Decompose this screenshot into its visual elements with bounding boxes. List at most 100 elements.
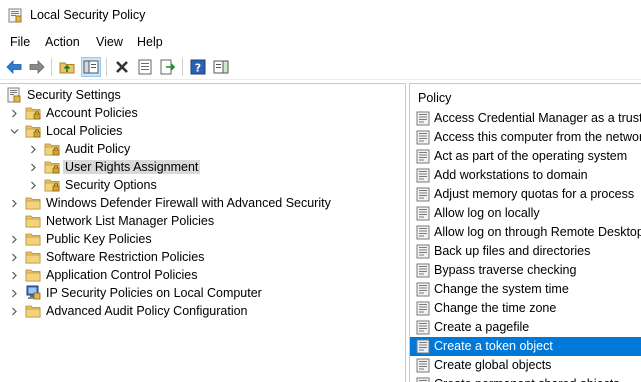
tree-item-user-rights-assignment[interactable]: User Rights Assignment [0,158,406,176]
column-header-policy[interactable]: Policy [410,89,641,109]
tree-item-label: Application Control Policies [46,268,198,282]
policy-name: Adjust memory quotas for a process [434,187,635,201]
toolbar: ? [0,54,641,80]
expand-chevron-icon[interactable] [28,158,38,176]
policy-list-row[interactable]: Create a token object [410,337,641,356]
tree-item-public-key-policies[interactable]: Public Key Policies [0,230,406,248]
tree-item-label: IP Security Policies on Local Computer [46,286,262,300]
toolbar-separator [182,58,183,76]
export-list-icon[interactable] [158,57,178,77]
show-action-pane-icon[interactable] [211,57,231,77]
menu-file[interactable]: File [10,35,30,49]
policy-name: Access this computer from the network [434,130,641,144]
policy-list-row[interactable]: Create global objects [410,356,641,375]
tree-item-label: Network List Manager Policies [46,214,215,228]
policy-list-pane[interactable]: Policy Access Credential Manager as a tr… [409,83,641,382]
policy-list-row[interactable]: Create permanent shared objects [410,375,641,382]
tree-item-advanced-audit-policy-configuration[interactable]: Advanced Audit Policy Configuration [0,302,406,320]
tree-item-security-options[interactable]: Security Options [0,176,406,194]
policy-list-row[interactable]: Adjust memory quotas for a process [410,185,641,204]
policy-name: Create a pagefile [434,320,530,334]
policy-icon [416,111,430,126]
expand-chevron-icon[interactable] [9,284,19,302]
policy-name: Bypass traverse checking [434,263,577,277]
tree-item-windows-defender-firewall-with-advanced-security[interactable]: Windows Defender Firewall with Advanced … [0,194,406,212]
tree-item-account-policies[interactable]: Account Policies [0,104,406,122]
folder-icon [25,303,41,319]
expand-chevron-icon[interactable] [9,248,19,266]
policy-list-row[interactable]: Create a pagefile [410,318,641,337]
policy-list-row[interactable]: Access Credential Manager as a trusted c… [410,109,641,128]
console-tree[interactable]: Security Settings Account Policies Local… [0,83,406,382]
tree-item-software-restriction-policies[interactable]: Software Restriction Policies [0,248,406,266]
window-title: Local Security Policy [30,8,146,22]
expand-chevron-icon[interactable] [28,176,38,194]
tree-item-application-control-policies[interactable]: Application Control Policies [0,266,406,284]
policy-icon [416,130,430,145]
policy-list-row[interactable]: Add workstations to domain [410,166,641,185]
tree-item-ip-security-policies-on-local-computer[interactable]: IP Security Policies on Local Computer [0,284,406,302]
locked-folder-icon [44,159,60,175]
expand-chevron-icon[interactable] [28,140,38,158]
policy-icon [416,206,430,221]
policy-list-row[interactable]: Act as part of the operating system [410,147,641,166]
tree-root-security-settings[interactable]: Security Settings [0,86,406,104]
back-icon[interactable] [4,57,24,77]
menu-bar: File Action View Help [0,31,641,53]
expand-chevron-icon[interactable] [9,194,19,212]
expand-chevron-icon[interactable] [9,266,19,284]
collapse-chevron-icon[interactable] [9,122,19,140]
locked-folder-icon [44,141,60,157]
policy-icon [416,320,430,335]
policy-list-row[interactable]: Bypass traverse checking [410,261,641,280]
tree-item-local-policies[interactable]: Local Policies [0,122,406,140]
policy-icon [416,263,430,278]
help-icon[interactable]: ? [188,57,208,77]
policy-list-row[interactable]: Back up files and directories [410,242,641,261]
tree-item-network-list-manager-policies[interactable]: Network List Manager Policies [0,212,406,230]
policy-name: Change the system time [434,282,569,296]
policy-name: Create a token object [434,339,553,353]
menu-action[interactable]: Action [45,35,80,49]
folder-icon [25,249,41,265]
policy-name: Create permanent shared objects [434,377,620,382]
policy-name: Change the time zone [434,301,557,315]
policy-icon [416,301,430,316]
policy-list-row[interactable]: Allow log on locally [410,204,641,223]
tree-item-audit-policy[interactable]: Audit Policy [0,140,406,158]
locked-folder-icon [25,105,41,121]
policy-list-row[interactable]: Access this computer from the network [410,128,641,147]
delete-icon[interactable] [112,57,132,77]
policy-list-row[interactable]: Allow log on through Remote Desktop Serv… [410,223,641,242]
folder-icon [25,195,41,211]
policy-list-row[interactable]: Change the system time [410,280,641,299]
folder-icon [25,267,41,283]
policy-icon [416,339,430,354]
tree-item-label: Advanced Audit Policy Configuration [46,304,248,318]
ip-security-icon [25,285,41,301]
tree-item-label: Account Policies [46,106,138,120]
tree-item-label: Security Options [65,178,157,192]
policy-icon [416,149,430,164]
expand-chevron-icon[interactable] [9,230,19,248]
policy-name: Back up files and directories [434,244,591,258]
tree-item-label: Public Key Policies [46,232,152,246]
tree-item-label: Windows Defender Firewall with Advanced … [46,196,331,210]
menu-help[interactable]: Help [137,35,163,49]
up-folder-icon[interactable] [57,57,77,77]
expand-chevron-icon[interactable] [9,302,19,320]
locked-folder-icon [25,123,41,139]
policy-name: Act as part of the operating system [434,149,628,163]
folder-icon [25,213,41,229]
properties-icon[interactable] [135,57,155,77]
policy-list-row[interactable]: Change the time zone [410,299,641,318]
menu-view[interactable]: View [96,35,123,49]
policy-name: Add workstations to domain [434,168,588,182]
forward-icon[interactable] [27,57,47,77]
toolbar-separator [106,58,107,76]
policy-name: Allow log on through Remote Desktop Serv… [434,225,641,239]
svg-text:?: ? [195,62,201,75]
show-hide-tree-icon[interactable] [81,57,101,77]
expand-chevron-icon[interactable] [9,104,19,122]
tree-root-label: Security Settings [27,88,121,102]
